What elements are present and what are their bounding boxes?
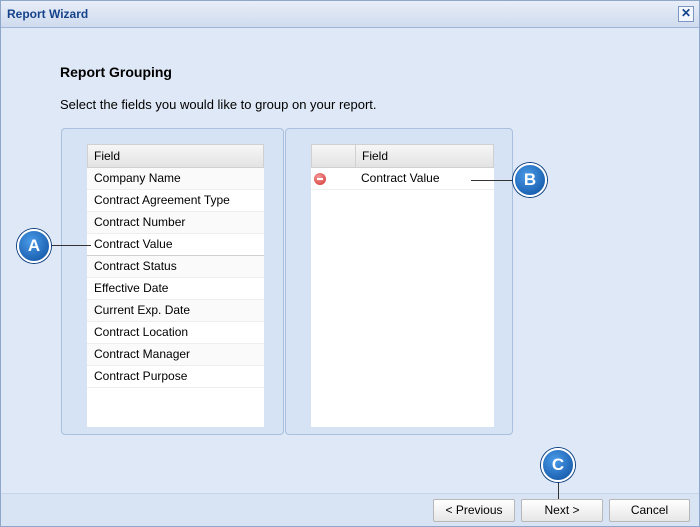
available-field-item[interactable]: Contract Location <box>87 322 264 344</box>
available-field-item[interactable]: Current Exp. Date <box>87 300 264 322</box>
previous-button[interactable]: < Previous <box>433 499 515 522</box>
available-field-item[interactable]: Contract Value <box>87 234 264 256</box>
title-bar: Report Wizard ✕ <box>1 1 699 28</box>
available-field-item[interactable]: Contract Agreement Type <box>87 190 264 212</box>
available-field-item[interactable]: Company Name <box>87 168 264 190</box>
callout-b-badge: B <box>513 163 547 197</box>
close-button[interactable]: ✕ <box>678 6 694 22</box>
cancel-button[interactable]: Cancel <box>609 499 690 522</box>
available-field-item[interactable]: Contract Purpose <box>87 366 264 388</box>
callout-a-line <box>49 245 91 246</box>
available-field-item[interactable]: Contract Status <box>87 256 264 278</box>
icon-column-header <box>312 145 356 167</box>
page-title: Report Grouping <box>60 64 172 80</box>
grouped-fields-list: Field Contract Value <box>311 144 494 427</box>
available-fields-list: Field Company Name Contract Agreement Typ… <box>87 144 264 427</box>
window-title: Report Wizard <box>7 7 89 21</box>
callout-a-badge: A <box>17 229 51 263</box>
report-wizard-window: Report Wizard ✕ Report Grouping Select t… <box>0 0 700 527</box>
callout-b-line <box>471 180 515 181</box>
available-fields-header: Field <box>87 144 264 168</box>
next-button[interactable]: Next > <box>521 499 603 522</box>
remove-icon[interactable] <box>314 172 326 185</box>
available-field-item[interactable]: Effective Date <box>87 278 264 300</box>
field-column-header: Field <box>362 149 389 163</box>
grouped-field-label: Contract Value <box>361 171 440 185</box>
instruction-text: Select the fields you would like to grou… <box>60 97 377 112</box>
available-field-item[interactable]: Contract Manager <box>87 344 264 366</box>
available-field-item[interactable]: Contract Number <box>87 212 264 234</box>
grouped-field-item[interactable]: Contract Value <box>311 168 494 190</box>
close-icon: ✕ <box>680 6 692 20</box>
callout-c-badge: C <box>541 448 575 482</box>
grouped-fields-header: Field <box>311 144 494 168</box>
